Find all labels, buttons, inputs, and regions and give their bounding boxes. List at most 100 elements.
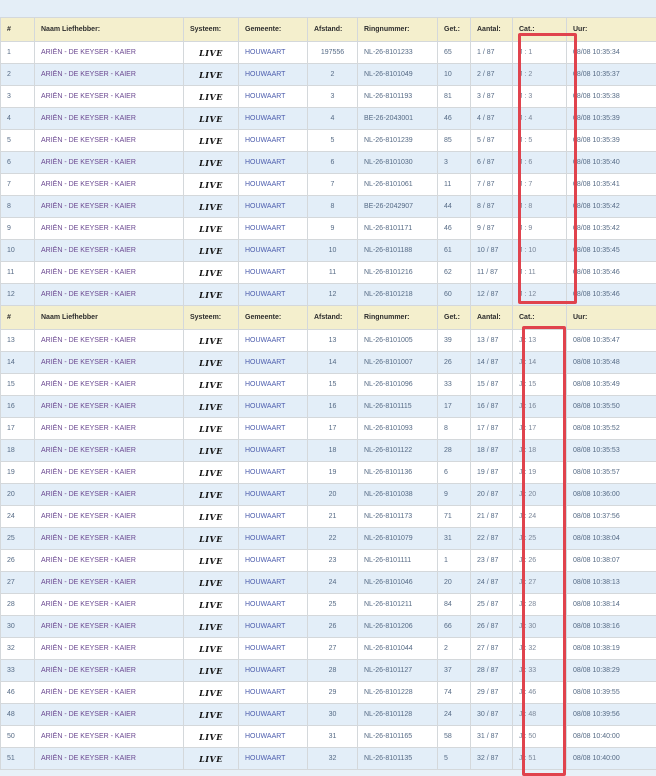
table-row[interactable]: 7ARIËN - DE KEYSER - KAIERLIVEHOUWAART7N… bbox=[1, 174, 656, 196]
table-row[interactable]: 25ARIËN - DE KEYSER - KAIERLIVEHOUWAART2… bbox=[1, 528, 656, 550]
fancier-name-cell[interactable]: ARIËN - DE KEYSER - KAIER bbox=[35, 352, 184, 374]
col-header-cat[interactable]: Cat.: bbox=[513, 18, 567, 42]
fancier-name-cell[interactable]: ARIËN - DE KEYSER - KAIER bbox=[35, 572, 184, 594]
fancier-name-cell[interactable]: ARIËN - DE KEYSER - KAIER bbox=[35, 616, 184, 638]
col-header-nr[interactable]: # bbox=[1, 306, 35, 330]
fancier-name-cell[interactable]: ARIËN - DE KEYSER - KAIER bbox=[35, 152, 184, 174]
fancier-name-cell[interactable]: ARIËN - DE KEYSER - KAIER bbox=[35, 660, 184, 682]
fancier-name-cell[interactable]: ARIËN - DE KEYSER - KAIER bbox=[35, 284, 184, 306]
col-header-nr[interactable]: # bbox=[1, 18, 35, 42]
aantal-cell: 2 / 87 bbox=[471, 64, 513, 86]
fancier-name-cell[interactable]: ARIËN - DE KEYSER - KAIER bbox=[35, 638, 184, 660]
table-row[interactable]: 6ARIËN - DE KEYSER - KAIERLIVEHOUWAART6N… bbox=[1, 152, 656, 174]
fancier-name-cell[interactable]: ARIËN - DE KEYSER - KAIER bbox=[35, 462, 184, 484]
table-row[interactable]: 8ARIËN - DE KEYSER - KAIERLIVEHOUWAART8B… bbox=[1, 196, 656, 218]
col-header-aantal[interactable]: Aantal: bbox=[471, 18, 513, 42]
col-header-get[interactable]: Get.: bbox=[438, 306, 471, 330]
col-header-ring[interactable]: Ringnummer: bbox=[358, 306, 438, 330]
fancier-name-cell[interactable]: ARIËN - DE KEYSER - KAIER bbox=[35, 108, 184, 130]
time-cell: 08/08 10:35:53 bbox=[567, 440, 656, 462]
col-header-uur[interactable]: Uur: bbox=[567, 18, 656, 42]
fancier-name-cell[interactable]: ARIËN - DE KEYSER - KAIER bbox=[35, 330, 184, 352]
fancier-name-cell[interactable]: ARIËN - DE KEYSER - KAIER bbox=[35, 550, 184, 572]
table-row[interactable]: 33ARIËN - DE KEYSER - KAIERLIVEHOUWAART2… bbox=[1, 660, 656, 682]
table-row[interactable]: 20ARIËN - DE KEYSER - KAIERLIVEHOUWAART2… bbox=[1, 484, 656, 506]
table-row[interactable]: 18ARIËN - DE KEYSER - KAIERLIVEHOUWAART1… bbox=[1, 440, 656, 462]
col-header-get[interactable]: Get.: bbox=[438, 18, 471, 42]
table-row[interactable]: 1ARIËN - DE KEYSER - KAIERLIVEHOUWAART19… bbox=[1, 42, 656, 64]
table-row[interactable]: 15ARIËN - DE KEYSER - KAIERLIVEHOUWAART1… bbox=[1, 374, 656, 396]
table-row[interactable]: 32ARIËN - DE KEYSER - KAIERLIVEHOUWAART2… bbox=[1, 638, 656, 660]
fancier-name-cell[interactable]: ARIËN - DE KEYSER - KAIER bbox=[35, 42, 184, 64]
col-header-system[interactable]: Systeem: bbox=[184, 306, 239, 330]
table-row[interactable]: 4ARIËN - DE KEYSER - KAIERLIVEHOUWAART4B… bbox=[1, 108, 656, 130]
table-row[interactable]: 3ARIËN - DE KEYSER - KAIERLIVEHOUWAART3N… bbox=[1, 86, 656, 108]
fancier-name-cell[interactable]: ARIËN - DE KEYSER - KAIER bbox=[35, 196, 184, 218]
table-row[interactable]: 50ARIËN - DE KEYSER - KAIERLIVEHOUWAART3… bbox=[1, 726, 656, 748]
fancier-name-cell[interactable]: ARIËN - DE KEYSER - KAIER bbox=[35, 748, 184, 770]
table-row[interactable]: 26ARIËN - DE KEYSER - KAIERLIVEHOUWAART2… bbox=[1, 550, 656, 572]
live-logo-icon: LIVE bbox=[199, 468, 223, 478]
fancier-name-cell[interactable]: ARIËN - DE KEYSER - KAIER bbox=[35, 396, 184, 418]
table-row[interactable]: 5ARIËN - DE KEYSER - KAIERLIVEHOUWAART5N… bbox=[1, 130, 656, 152]
system-logo-cell: LIVE bbox=[184, 284, 239, 306]
table-row[interactable]: 12ARIËN - DE KEYSER - KAIERLIVEHOUWAART1… bbox=[1, 284, 656, 306]
table-row[interactable]: 11ARIËN - DE KEYSER - KAIERLIVEHOUWAART1… bbox=[1, 262, 656, 284]
fancier-name-cell[interactable]: ARIËN - DE KEYSER - KAIER bbox=[35, 594, 184, 616]
row-number-cell: 24 bbox=[1, 506, 35, 528]
table-row[interactable]: 13ARIËN - DE KEYSER - KAIERLIVEHOUWAART1… bbox=[1, 330, 656, 352]
col-header-gemeente[interactable]: Gemeente: bbox=[239, 306, 308, 330]
ring-number-cell: NL-26-8101096 bbox=[358, 374, 438, 396]
fancier-name-cell[interactable]: ARIËN - DE KEYSER - KAIER bbox=[35, 64, 184, 86]
gemeente-cell: HOUWAART bbox=[239, 284, 308, 306]
fancier-name-cell[interactable]: ARIËN - DE KEYSER - KAIER bbox=[35, 218, 184, 240]
ring-number-cell: NL-26-8101171 bbox=[358, 218, 438, 240]
afstand-cell: 8 bbox=[308, 196, 358, 218]
fancier-name-cell[interactable]: ARIËN - DE KEYSER - KAIER bbox=[35, 374, 184, 396]
fancier-name-cell[interactable]: ARIËN - DE KEYSER - KAIER bbox=[35, 130, 184, 152]
fancier-name-cell[interactable]: ARIËN - DE KEYSER - KAIER bbox=[35, 440, 184, 462]
fancier-name-cell[interactable]: ARIËN - DE KEYSER - KAIER bbox=[35, 86, 184, 108]
col-header-name[interactable]: Naam Liefhebber bbox=[35, 306, 184, 330]
category-cell: J : 46 bbox=[513, 682, 567, 704]
table-row[interactable]: 28ARIËN - DE KEYSER - KAIERLIVEHOUWAART2… bbox=[1, 594, 656, 616]
table-row[interactable]: 46ARIËN - DE KEYSER - KAIERLIVEHOUWAART2… bbox=[1, 682, 656, 704]
system-logo-cell: LIVE bbox=[184, 196, 239, 218]
table-row[interactable]: 24ARIËN - DE KEYSER - KAIERLIVEHOUWAART2… bbox=[1, 506, 656, 528]
table-row[interactable]: 9ARIËN - DE KEYSER - KAIERLIVEHOUWAART9N… bbox=[1, 218, 656, 240]
fancier-name-cell[interactable]: ARIËN - DE KEYSER - KAIER bbox=[35, 506, 184, 528]
col-header-afstand[interactable]: Afstand: bbox=[308, 18, 358, 42]
col-header-name[interactable]: Naam Liefhebber: bbox=[35, 18, 184, 42]
row-number-cell: 3 bbox=[1, 86, 35, 108]
fancier-name-cell[interactable]: ARIËN - DE KEYSER - KAIER bbox=[35, 240, 184, 262]
table-row[interactable]: 2ARIËN - DE KEYSER - KAIERLIVEHOUWAART2N… bbox=[1, 64, 656, 86]
col-header-cat[interactable]: Cat.: bbox=[513, 306, 567, 330]
get-cell: 65 bbox=[438, 42, 471, 64]
table-row[interactable]: 48ARIËN - DE KEYSER - KAIERLIVEHOUWAART3… bbox=[1, 704, 656, 726]
col-header-uur[interactable]: Uur: bbox=[567, 306, 656, 330]
table-row[interactable]: 27ARIËN - DE KEYSER - KAIERLIVEHOUWAART2… bbox=[1, 572, 656, 594]
col-header-afstand[interactable]: Afstand: bbox=[308, 306, 358, 330]
fancier-name-cell[interactable]: ARIËN - DE KEYSER - KAIER bbox=[35, 484, 184, 506]
table-row[interactable]: 10ARIËN - DE KEYSER - KAIERLIVEHOUWAART1… bbox=[1, 240, 656, 262]
fancier-name-cell[interactable]: ARIËN - DE KEYSER - KAIER bbox=[35, 418, 184, 440]
table-row[interactable]: 17ARIËN - DE KEYSER - KAIERLIVEHOUWAART1… bbox=[1, 418, 656, 440]
fancier-name-cell[interactable]: ARIËN - DE KEYSER - KAIER bbox=[35, 704, 184, 726]
row-number-cell: 12 bbox=[1, 284, 35, 306]
fancier-name-cell[interactable]: ARIËN - DE KEYSER - KAIER bbox=[35, 726, 184, 748]
get-cell: 33 bbox=[438, 374, 471, 396]
table-row[interactable]: 51ARIËN - DE KEYSER - KAIERLIVEHOUWAART3… bbox=[1, 748, 656, 770]
col-header-ring[interactable]: Ringnummer: bbox=[358, 18, 438, 42]
col-header-aantal[interactable]: Aantal: bbox=[471, 306, 513, 330]
table-row[interactable]: 19ARIËN - DE KEYSER - KAIERLIVEHOUWAART1… bbox=[1, 462, 656, 484]
col-header-system[interactable]: Systeem: bbox=[184, 18, 239, 42]
fancier-name-cell[interactable]: ARIËN - DE KEYSER - KAIER bbox=[35, 174, 184, 196]
fancier-name-cell[interactable]: ARIËN - DE KEYSER - KAIER bbox=[35, 528, 184, 550]
fancier-name-cell[interactable]: ARIËN - DE KEYSER - KAIER bbox=[35, 682, 184, 704]
table-row[interactable]: 30ARIËN - DE KEYSER - KAIERLIVEHOUWAART2… bbox=[1, 616, 656, 638]
row-number-cell: 33 bbox=[1, 660, 35, 682]
col-header-gemeente[interactable]: Gemeente: bbox=[239, 18, 308, 42]
table-row[interactable]: 16ARIËN - DE KEYSER - KAIERLIVEHOUWAART1… bbox=[1, 396, 656, 418]
fancier-name-cell[interactable]: ARIËN - DE KEYSER - KAIER bbox=[35, 262, 184, 284]
table-row[interactable]: 14ARIËN - DE KEYSER - KAIERLIVEHOUWAART1… bbox=[1, 352, 656, 374]
